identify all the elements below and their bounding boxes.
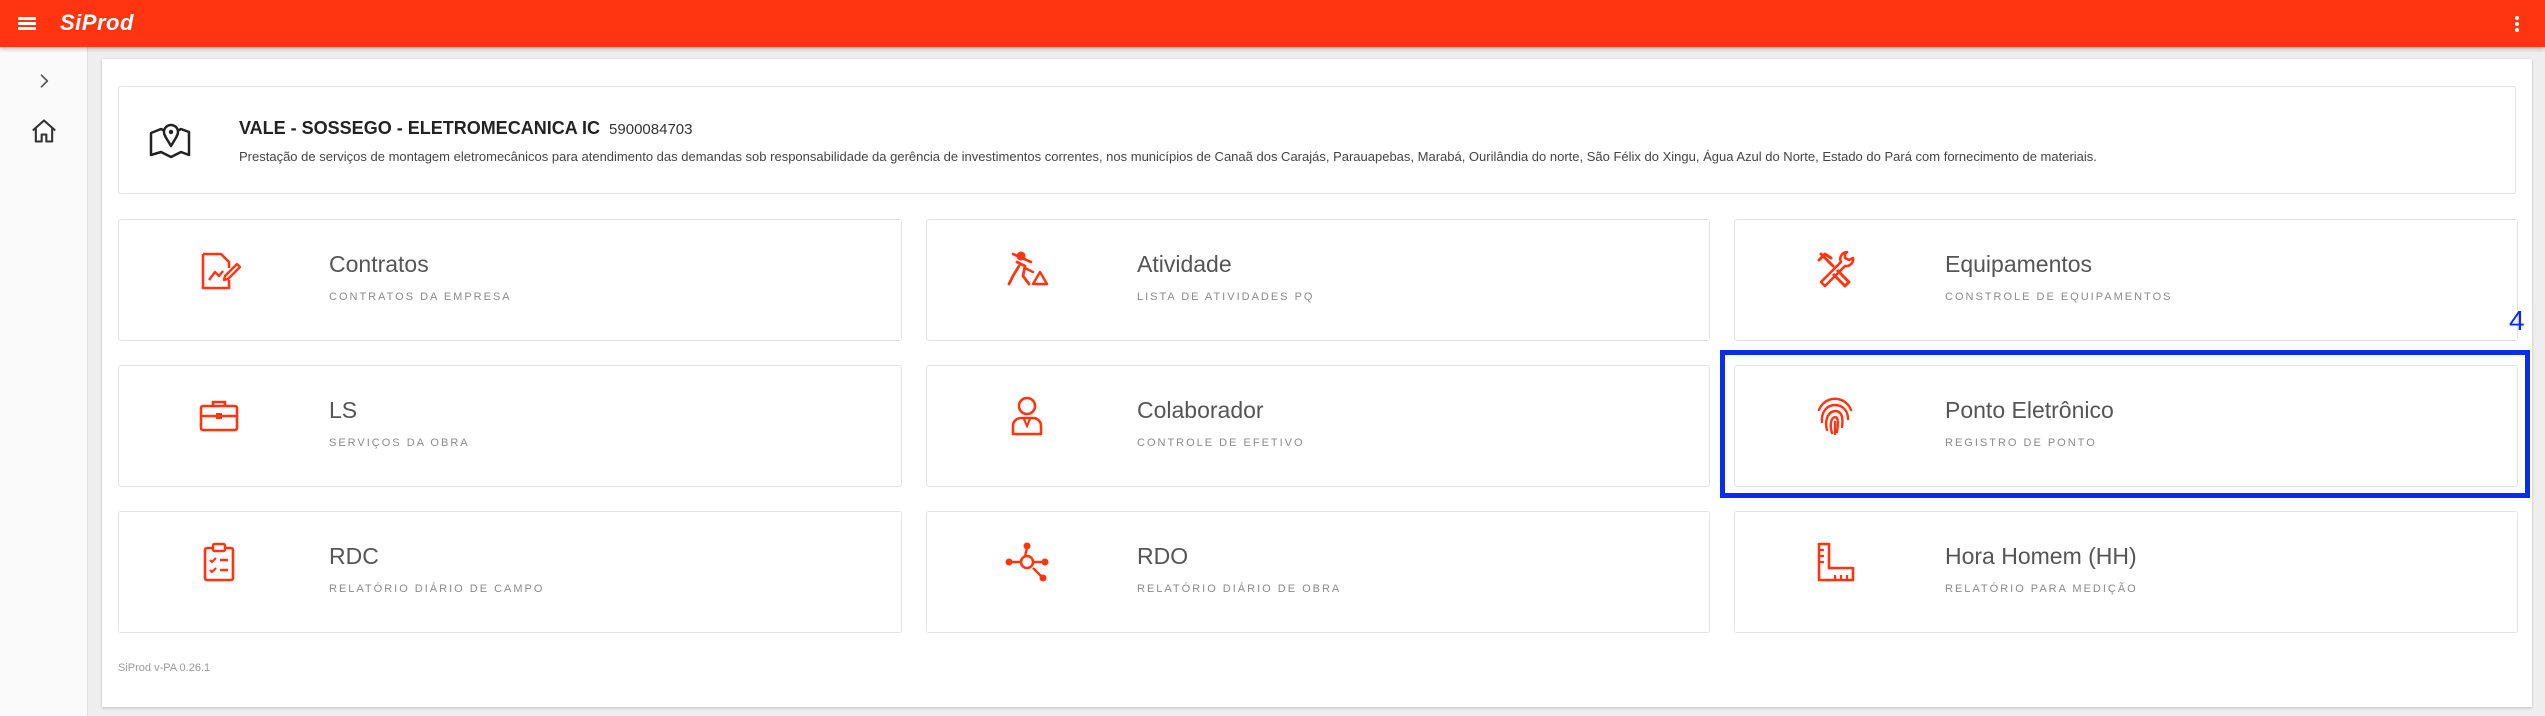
clipboard-checklist-icon xyxy=(195,538,243,586)
card-subtitle: CONTRATOS DA EMPRESA xyxy=(329,291,512,303)
annotation-label: 4 xyxy=(2509,305,2525,336)
side-navigation xyxy=(0,47,88,716)
menu-icon[interactable] xyxy=(12,10,42,37)
network-nodes-icon xyxy=(1003,538,1051,586)
chevron-right-icon[interactable] xyxy=(26,63,62,99)
card-equipamentos[interactable]: Equipamentos CONSTROLE DE EQUIPAMENTOS xyxy=(1734,219,2518,341)
document-edit-icon xyxy=(195,246,243,294)
card-title: RDO xyxy=(1137,543,1189,569)
card-ponto-eletronico[interactable]: Ponto Eletrônico REGISTRO DE PONTO xyxy=(1734,365,2518,487)
user-icon xyxy=(1003,392,1051,440)
card-rdo[interactable]: RDO RELATÓRIO DIÁRIO DE OBRA xyxy=(926,511,1710,633)
card-title: Ponto Eletrônico xyxy=(1945,397,2114,423)
card-subtitle: CONSTROLE DE EQUIPAMENTOS xyxy=(1945,291,2173,303)
card-rdc[interactable]: RDC RELATÓRIO DIÁRIO DE CAMPO xyxy=(118,511,902,633)
project-header: VALE - SOSSEGO - ELETROMECANICA IC 59000… xyxy=(118,86,2516,194)
worker-digging-icon xyxy=(1003,246,1051,294)
tools-icon xyxy=(1811,246,1859,294)
card-subtitle: SERVIÇOS DA OBRA xyxy=(329,437,470,449)
top-app-bar: SiProd xyxy=(0,0,2545,47)
card-colaborador[interactable]: Colaborador CONTROLE DE EFETIVO xyxy=(926,365,1710,487)
project-code: 5900084703 xyxy=(609,121,693,138)
card-title: Equipamentos xyxy=(1945,251,2093,277)
card-title: Hora Homem (HH) xyxy=(1945,543,2137,569)
card-contratos[interactable]: Contratos CONTRATOS DA EMPRESA xyxy=(118,219,902,341)
project-description: Prestação de serviços de montagem eletro… xyxy=(239,149,2097,164)
project-name: VALE - SOSSEGO - ELETROMECANICA IC xyxy=(239,118,601,138)
card-subtitle: LISTA DE ATIVIDADES PQ xyxy=(1137,291,1315,303)
card-hora-homem[interactable]: Hora Homem (HH) RELATÓRIO PARA MEDIÇÃO xyxy=(1734,511,2518,633)
card-title: RDC xyxy=(329,543,379,569)
card-subtitle: REGISTRO DE PONTO xyxy=(1945,437,2097,449)
app-brand[interactable]: SiProd xyxy=(60,10,134,36)
card-title: Atividade xyxy=(1137,251,1232,277)
app-version: SiProd v-PA 0.26.1 xyxy=(118,662,211,674)
card-subtitle: RELATÓRIO DIÁRIO DE CAMPO xyxy=(329,583,545,595)
card-atividade[interactable]: Atividade LISTA DE ATIVIDADES PQ xyxy=(926,219,1710,341)
map-pin-icon xyxy=(147,117,193,168)
card-title: LS xyxy=(329,397,358,423)
home-icon[interactable] xyxy=(26,113,62,149)
card-title: Colaborador xyxy=(1137,397,1264,423)
card-ls[interactable]: LS SERVIÇOS DA OBRA xyxy=(118,365,902,487)
more-options-icon[interactable] xyxy=(2505,10,2529,37)
briefcase-icon xyxy=(195,392,243,440)
project-title: VALE - SOSSEGO - ELETROMECANICA IC 59000… xyxy=(239,118,692,139)
ruler-square-icon xyxy=(1811,538,1859,586)
card-subtitle: RELATÓRIO PARA MEDIÇÃO xyxy=(1945,583,2138,595)
card-title: Contratos xyxy=(329,251,429,277)
main-content: VALE - SOSSEGO - ELETROMECANICA IC 59000… xyxy=(102,59,2532,707)
fingerprint-icon xyxy=(1811,392,1859,440)
card-subtitle: RELATÓRIO DIÁRIO DE OBRA xyxy=(1137,583,1342,595)
card-subtitle: CONTROLE DE EFETIVO xyxy=(1137,437,1305,449)
